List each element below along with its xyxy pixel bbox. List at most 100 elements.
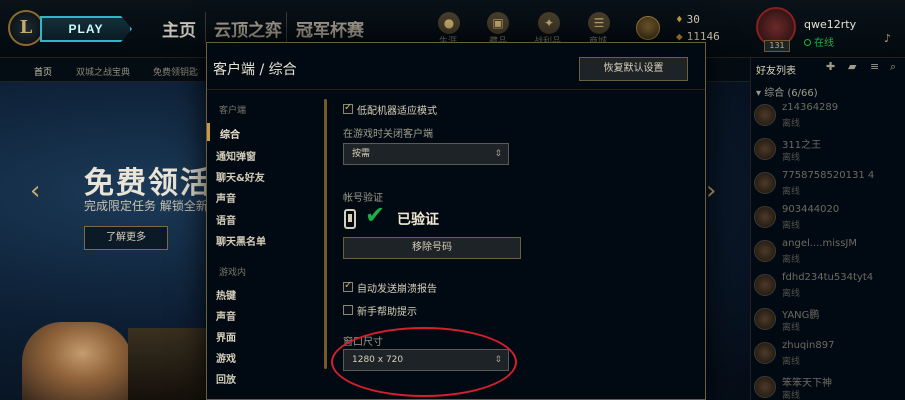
sidebar-item-sound[interactable]: 声音 (216, 190, 236, 205)
sidebar-item-voice[interactable]: 语音 (216, 212, 236, 227)
friend-avatar (754, 240, 776, 262)
friend-name: 903444020 (782, 204, 840, 215)
friend-name: fdhd234tu534tyt4 (782, 272, 874, 283)
friends-group-header[interactable]: ▾ 综合 (6/66) (756, 84, 818, 99)
modal-divider (207, 89, 705, 90)
friend-avatar (754, 104, 776, 126)
friend-avatar (754, 274, 776, 296)
friend-status: 离线 (782, 221, 801, 231)
profile-icon[interactable]: ● (438, 12, 460, 34)
play-button[interactable]: PLAY (40, 16, 132, 42)
friend-list-item[interactable]: fdhd234tu534tyt4 离线 (752, 272, 902, 306)
friends-group-label: 综合 (6/66) (764, 88, 818, 99)
friend-avatar (754, 308, 776, 330)
subnav-arcane-pass[interactable]: 双城之战宝典 (76, 65, 130, 78)
friend-status: 离线 (782, 323, 801, 333)
store-icon[interactable]: ☰ (588, 12, 610, 34)
tab-divider (286, 12, 287, 42)
carousel-prev-icon[interactable]: ‹ (30, 176, 40, 206)
auto-crash-report-label: 自动发送崩溃报告 (357, 284, 437, 295)
chevron-updown-icon: ⇕ (494, 149, 502, 159)
learn-more-button[interactable]: 了解更多 (84, 226, 168, 250)
verified-text: 已验证 (397, 212, 439, 228)
sort-list-icon[interactable]: ≡ (870, 60, 879, 73)
friend-avatar (754, 206, 776, 228)
friend-name: z14364289 (782, 102, 839, 113)
restore-defaults-button[interactable]: 恢复默认设置 (579, 57, 688, 81)
league-logo-icon[interactable]: L (8, 10, 44, 46)
sidebar-header-client: 客户端 (219, 106, 247, 116)
banner-champion-art (22, 322, 132, 400)
friend-name: angel....missJM (782, 238, 857, 249)
friend-list-item[interactable]: 笨笨天下神 离线 (752, 374, 902, 400)
close-client-dropdown[interactable]: 按需 ⇕ (343, 143, 509, 165)
sidebar-item-general[interactable]: 综合 (220, 126, 240, 141)
sidebar-item-interface[interactable]: 界面 (216, 329, 236, 344)
friend-list-item[interactable]: 903444020 离线 (752, 204, 902, 238)
highlight-circle-annotation (331, 327, 517, 397)
low-spec-label: 低配机器适应模式 (357, 106, 437, 117)
phone-icon (344, 209, 356, 229)
friend-name: 笨笨天下神 (782, 378, 832, 389)
loot-icon[interactable]: ✦ (538, 12, 560, 34)
banner-subtitle: 完成限定任务 解锁全新 (84, 199, 208, 213)
verified-check-icon: ✔ (365, 201, 386, 229)
friend-list-item[interactable]: z14364289 离线 (752, 102, 902, 136)
sidebar-item-replays[interactable]: 回放 (216, 371, 236, 386)
friend-name: 311之王 (782, 140, 822, 151)
new-player-tips-checkbox[interactable] (343, 305, 353, 315)
sidebar-item-chat-friends[interactable]: 聊天&好友 (216, 169, 265, 184)
friend-status: 离线 (782, 391, 801, 400)
tab-divider (205, 12, 206, 42)
friend-status: 离线 (782, 289, 801, 299)
close-client-value: 按需 (352, 149, 371, 159)
friend-avatar (754, 342, 776, 364)
notification-bell-icon[interactable]: ♪ (884, 32, 891, 45)
sidebar-header-ingame: 游戏内 (219, 268, 247, 278)
blue-essence-value: 30 (686, 13, 700, 26)
friend-status: 离线 (782, 153, 801, 163)
blue-essence-icon: ♦ (676, 13, 683, 26)
carousel-next-icon[interactable]: › (706, 176, 716, 206)
friend-status: 离线 (782, 187, 801, 197)
settings-modal: 客户端 / 综合 恢复默认设置 客户端 综合 通知弹窗 聊天&好友 声音 语音 … (206, 42, 706, 400)
collection-icon[interactable]: ▣ (487, 12, 509, 34)
sidebar-active-indicator (207, 123, 210, 141)
modal-title: 客户端 / 综合 (213, 62, 297, 78)
chevron-down-icon: ▾ (756, 88, 765, 99)
status-dot-icon (804, 39, 811, 46)
sidebar-item-ingame-sound[interactable]: 声音 (216, 308, 236, 323)
search-friends-icon[interactable]: ⌕ (890, 60, 896, 74)
friend-avatar (754, 376, 776, 398)
friend-list-item[interactable]: YANG鹏 离线 (752, 306, 902, 340)
sidebar-item-game[interactable]: 游戏 (216, 350, 236, 365)
friend-list-item[interactable]: zhuqin897 离线 (752, 340, 902, 374)
sidebar-item-notifications[interactable]: 通知弹窗 (216, 148, 256, 163)
currency-coin-icon[interactable] (636, 16, 660, 40)
auto-crash-report-checkbox[interactable] (343, 280, 353, 292)
subnav-free-keys[interactable]: 免费领钥匙 (153, 65, 198, 78)
friend-status: 离线 (782, 119, 801, 129)
friend-avatar (754, 172, 776, 194)
add-friend-icon[interactable]: ✚ (826, 60, 835, 73)
tab-clash[interactable]: 冠军杯赛 (296, 16, 364, 41)
online-status: 在线 (804, 34, 834, 49)
level-badge: 131 (764, 40, 790, 52)
friend-list-item[interactable]: 311之王离线 (752, 136, 902, 170)
friend-avatar (754, 138, 776, 160)
add-folder-icon[interactable]: ▰ (848, 60, 856, 73)
remove-phone-button[interactable]: 移除号码 (343, 237, 521, 259)
low-spec-checkbox[interactable] (343, 102, 353, 114)
friend-name: zhuqin897 (782, 340, 835, 351)
friend-list-item[interactable]: 7758758520131 4 离线 (752, 170, 902, 204)
content-scrollbar[interactable] (324, 99, 327, 369)
friend-list-item[interactable]: angel....missJM 离线 (752, 238, 902, 272)
banner-title: 免费领活 (84, 166, 212, 201)
tab-home[interactable]: 主页 (162, 16, 196, 41)
sidebar-item-hotkeys[interactable]: 热键 (216, 287, 236, 302)
sidebar-item-blocklist[interactable]: 聊天黑名单 (216, 233, 266, 248)
tab-tft[interactable]: 云顶之弈 (214, 16, 282, 41)
friends-title: 好友列表 (756, 66, 796, 77)
subnav-home[interactable]: 首页 (34, 65, 52, 78)
friend-name: 7758758520131 4 (782, 170, 875, 181)
